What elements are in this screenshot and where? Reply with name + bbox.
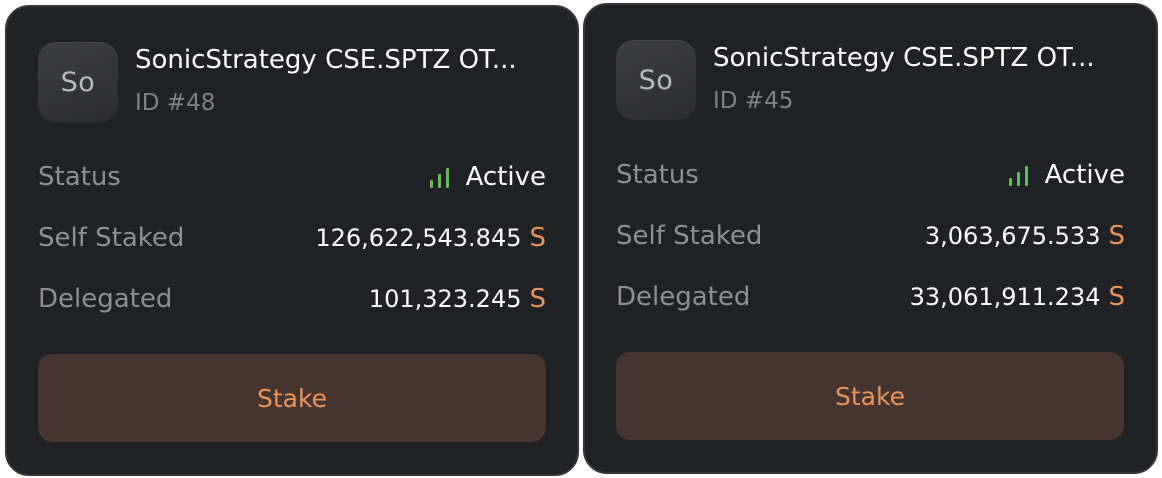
stake-button[interactable]: Stake bbox=[38, 354, 546, 442]
self-staked-label: Self Staked bbox=[38, 223, 185, 253]
validator-card: So SonicStrategy CSE.SPTZ OT... ID #48 S… bbox=[5, 5, 579, 476]
delegated-unit: S bbox=[1108, 282, 1125, 312]
self-staked-value: 3,063,675.533 bbox=[924, 222, 1101, 250]
status-value: Active bbox=[1044, 160, 1125, 190]
delegated-value: 33,061,911.234 bbox=[909, 283, 1101, 311]
self-staked-value: 126,622,543.845 bbox=[315, 224, 522, 252]
self-staked-value-group: 3,063,675.533 S bbox=[925, 221, 1125, 251]
status-label: Status bbox=[38, 162, 121, 192]
validator-id: ID #48 bbox=[135, 90, 216, 116]
validator-avatar: So bbox=[616, 40, 696, 120]
self-staked-unit: S bbox=[1108, 221, 1125, 251]
delegated-value: 101,323.245 bbox=[368, 285, 522, 313]
validator-avatar: So bbox=[38, 42, 118, 122]
validator-name: SonicStrategy CSE.SPTZ OT... bbox=[713, 43, 1095, 73]
status-value-group: Active bbox=[428, 162, 546, 192]
status-value: Active bbox=[465, 162, 546, 192]
delegated-value-group: 101,323.245 S bbox=[369, 284, 546, 314]
status-value-group: Active bbox=[1007, 160, 1125, 190]
delegated-label: Delegated bbox=[38, 284, 173, 314]
validator-card: So SonicStrategy CSE.SPTZ OT... ID #45 S… bbox=[583, 3, 1158, 474]
self-staked-label: Self Staked bbox=[616, 221, 763, 251]
stake-button[interactable]: Stake bbox=[616, 352, 1124, 440]
signal-bars-icon bbox=[1008, 166, 1028, 186]
signal-bars-icon bbox=[429, 168, 449, 188]
status-label: Status bbox=[616, 160, 699, 190]
validator-name: SonicStrategy CSE.SPTZ OT... bbox=[135, 45, 517, 75]
delegated-label: Delegated bbox=[616, 282, 751, 312]
delegated-unit: S bbox=[529, 284, 546, 314]
validator-id: ID #45 bbox=[713, 88, 794, 114]
self-staked-unit: S bbox=[529, 223, 546, 253]
delegated-value-group: 33,061,911.234 S bbox=[910, 282, 1125, 312]
self-staked-value-group: 126,622,543.845 S bbox=[315, 223, 546, 253]
